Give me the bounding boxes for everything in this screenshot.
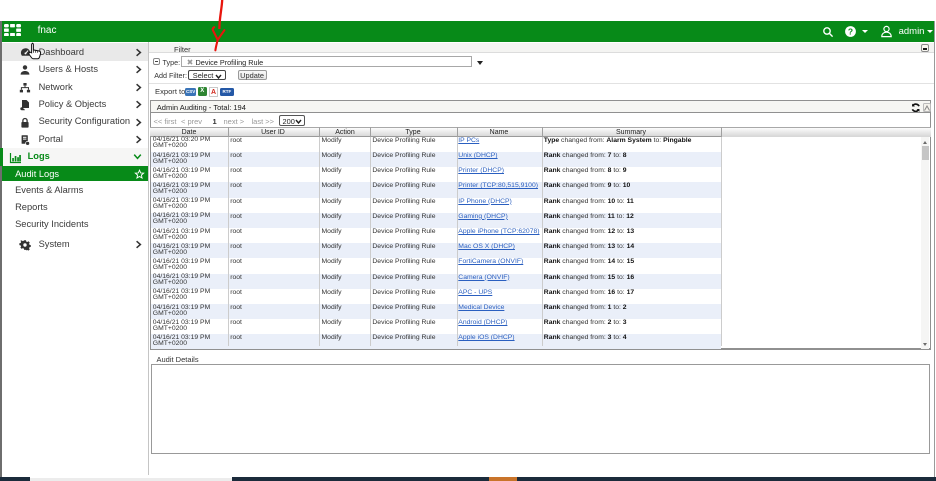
svg-text:?: ? [848, 26, 853, 36]
